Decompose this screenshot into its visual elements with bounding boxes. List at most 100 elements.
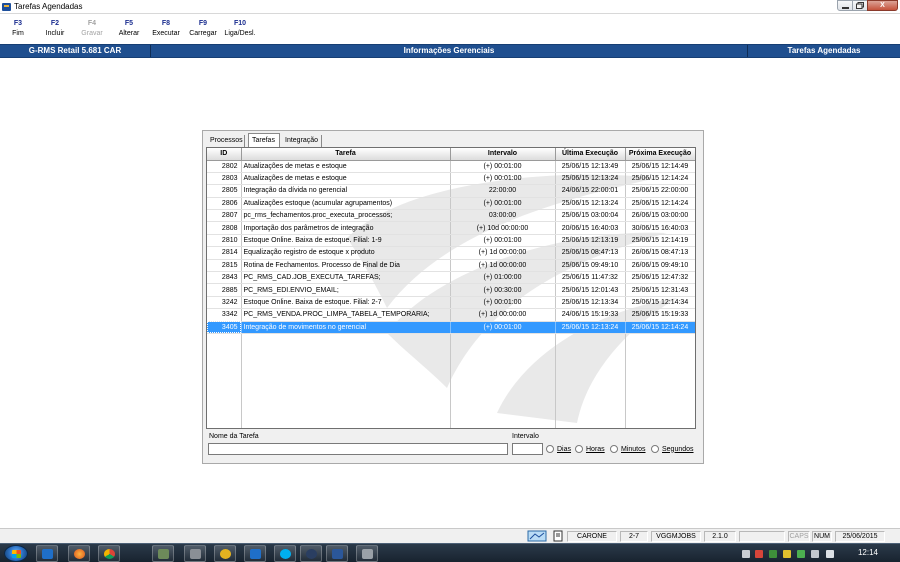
table-row[interactable]: 2803 Atualizações de metas e estoque (+) 0… (207, 172, 695, 186)
nome-tarefa-label: Nome da Tarefa (209, 433, 259, 440)
fkey-code: F8 (161, 20, 171, 27)
table-row[interactable]: 2815 Rotina de Fechamentos. Processo de F… (207, 259, 695, 273)
section-name: Informações Gerenciais (151, 45, 748, 57)
cell-id: 3342 (207, 308, 242, 322)
tab-processos[interactable]: Processos (207, 135, 245, 147)
fkey-liga-desl[interactable]: F10 Liga/Desl. (222, 18, 258, 39)
tray-network-icon[interactable] (811, 550, 819, 558)
taskbar-app-4[interactable] (300, 545, 322, 562)
cell-id: 3242 (207, 296, 242, 310)
cell-ultima-execucao: 25/06/15 12:13:19 (555, 234, 626, 248)
taskbar-outlook[interactable] (36, 545, 58, 562)
tab-integracao[interactable]: Integração (282, 135, 322, 147)
table-row[interactable]: 3342 PC_RMS_VENDA.PROC_LIMPA_TABELA_TEMPO… (207, 308, 695, 322)
app-icon (2, 3, 11, 11)
table-row[interactable]: 2808 Importação dos parâmetros de integra… (207, 221, 695, 235)
cell-ultima-execucao: 25/06/15 03:00:04 (555, 209, 626, 223)
table-row[interactable]: 3405 Integração de movimentos no gerencia… (207, 321, 695, 334)
status-filial: 2-7 (620, 531, 648, 542)
empty-cell (241, 420, 451, 428)
fkey-code: F3 (13, 20, 23, 27)
taskbar-skype[interactable] (274, 545, 296, 562)
radio-horas[interactable]: Horas (575, 445, 605, 453)
table-row[interactable]: 2843 PC_RMS_CAD.JOB_EXECUTA_TAREFAS; (+) 0… (207, 271, 695, 285)
cell-intervalo: (+) 00:01:00 (450, 296, 556, 310)
empty-cell (207, 345, 242, 359)
cell-tarefa: Atualizações estoque (acumular agrupamen… (241, 197, 451, 211)
taskbar-app-1[interactable] (152, 545, 174, 562)
cell-ultima-execucao: 25/06/15 12:13:24 (555, 197, 626, 211)
cell-intervalo: (+) 1d 00:00:00 (450, 246, 556, 260)
taskbar-chrome[interactable] (98, 545, 120, 562)
cell-proxima-execucao: 25/06/15 12:14:19 (625, 234, 695, 248)
cell-intervalo: (+) 00:01:00 (450, 234, 556, 248)
fkey-label: Carregar (189, 30, 217, 37)
tray-app-icon[interactable] (783, 550, 791, 558)
tray-app-icon[interactable] (797, 550, 805, 558)
maximize-button[interactable]: 1 (852, 0, 868, 11)
intervalo-input[interactable] (512, 443, 543, 455)
taskbar-clock[interactable]: 12:14 (850, 548, 886, 557)
column-header-tarefa[interactable]: Tarefa (241, 148, 451, 161)
minimize-button[interactable]: 0 (837, 0, 853, 11)
window-title: Tarefas Agendadas (14, 2, 83, 11)
close-button[interactable]: X (867, 0, 898, 11)
windows-taskbar: 12:14 (0, 543, 900, 562)
app-generic-icon (362, 549, 373, 559)
cell-proxima-execucao: 26/06/15 03:00:00 (625, 209, 695, 223)
tasks-grid[interactable]: ID Tarefa Intervalo Última Execução Próx… (206, 147, 696, 429)
start-button[interactable] (4, 545, 28, 562)
fkey-alterar[interactable]: F5 Alterar (116, 18, 142, 39)
table-row[interactable]: 3242 Estoque Online. Baixa de estoque. Fi… (207, 296, 695, 310)
table-row[interactable]: 2802 Atualizações de metas e estoque (+) 0… (207, 160, 695, 173)
taskbar-lync[interactable] (244, 545, 266, 562)
taskbar-word[interactable] (326, 545, 348, 562)
taskbar-app-2[interactable] (184, 545, 206, 562)
radio-segundos[interactable]: Segundos (651, 445, 694, 453)
column-header-id[interactable]: ID (207, 148, 242, 161)
status-empty (739, 531, 785, 542)
table-header-row: ID Tarefa Intervalo Última Execução Próx… (207, 148, 695, 161)
empty-cell (555, 407, 626, 421)
radio-dias[interactable]: Dias (546, 445, 571, 453)
table-row[interactable]: 2810 Estoque Online. Baixa de estoque. Fi… (207, 234, 695, 248)
tray-volume-icon[interactable] (826, 550, 834, 558)
cell-id: 3405 (207, 321, 242, 334)
cell-intervalo: 03:00:00 (450, 209, 556, 223)
cell-proxima-execucao: 25/06/15 15:19:33 (625, 308, 695, 322)
table-row[interactable]: 2806 Atualizações estoque (acumular agrup… (207, 197, 695, 211)
cell-ultima-execucao: 25/06/15 12:13:49 (555, 160, 626, 173)
cell-proxima-execucao: 25/06/15 22:00:00 (625, 184, 695, 198)
tray-arrow-icon[interactable] (742, 550, 750, 558)
column-header-proxima-execucao[interactable]: Próxima Execução (625, 148, 695, 161)
fkey-code: F4 (87, 20, 97, 27)
table-row[interactable]: 2885 PC_RMS_EDI.ENVIO_EMAIL; (+) 00:30:00 2… (207, 283, 695, 297)
radio-minutos[interactable]: Minutos (610, 445, 646, 453)
network-icon (527, 530, 547, 542)
cell-id: 2843 (207, 271, 242, 285)
empty-cell (625, 407, 695, 421)
table-row[interactable]: 2814 Equalização registro de estoque x pr… (207, 246, 695, 260)
taskbar-app-5[interactable] (356, 545, 378, 562)
cell-tarefa: Estoque Online. Baixa de estoque. Filial… (241, 234, 451, 248)
taskbar-app-3[interactable] (214, 545, 236, 562)
close-icon: X (880, 2, 885, 9)
tab-tarefas[interactable]: Tarefas (248, 133, 280, 147)
fkey-label: Liga/Desl. (224, 30, 256, 37)
tray-app-icon[interactable] (769, 550, 777, 558)
column-header-intervalo[interactable]: Intervalo (450, 148, 556, 161)
table-row[interactable]: 2807 pc_rms_fechamentos.proc_executa_proc… (207, 209, 695, 223)
fkey-fim[interactable]: F3 Fim (8, 18, 28, 39)
empty-cell (625, 345, 695, 359)
taskbar-firefox[interactable] (68, 545, 90, 562)
fkey-label: Incluir (45, 30, 65, 37)
fkey-carregar[interactable]: F9 Carregar (188, 18, 218, 39)
status-user: CARONE (567, 531, 617, 542)
fkey-incluir[interactable]: F2 Incluir (42, 18, 68, 39)
radio-label: Minutos (621, 445, 646, 453)
column-header-ultima-execucao[interactable]: Última Execução (555, 148, 626, 161)
tray-flag-icon[interactable] (755, 550, 763, 558)
fkey-executar[interactable]: F8 Executar (150, 18, 182, 39)
table-row[interactable]: 2805 Integração da dívida no gerencial 22:… (207, 184, 695, 198)
nome-tarefa-input[interactable] (208, 443, 508, 455)
